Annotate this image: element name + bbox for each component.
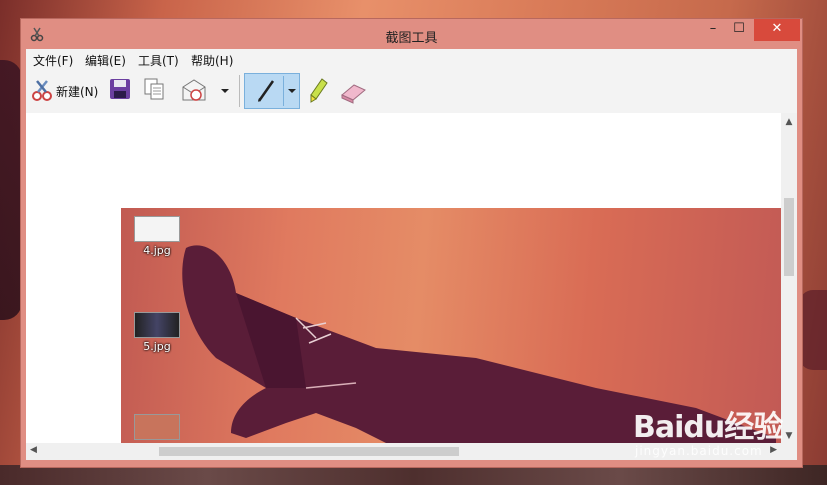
pen-dropdown-arrow-icon[interactable] (287, 78, 297, 107)
desktop-background-figure (799, 290, 827, 370)
desktop-background-floor (0, 465, 827, 485)
menu-help[interactable]: 帮助(H) (191, 52, 233, 69)
baidu-jingyan-watermark: Baidu经验 jingyan.baidu.com (633, 398, 823, 468)
maximize-button[interactable]: ☐ (726, 19, 752, 41)
desktop-file-icon: 4.jpg (133, 216, 181, 257)
copy-icon (142, 78, 166, 104)
file-thumbnail (134, 312, 180, 338)
copy-button[interactable] (142, 77, 168, 105)
menu-edit[interactable]: 编辑(E) (85, 52, 126, 69)
dropdown-arrow-icon (218, 89, 232, 108)
new-snip-button[interactable]: 新建(N) (28, 77, 100, 105)
title-bar[interactable]: 截图工具 – ☐ ✕ (21, 19, 802, 49)
watermark-logo: Baidu经验 (633, 410, 783, 445)
pen-icon (254, 78, 278, 107)
close-button[interactable]: ✕ (754, 19, 800, 41)
scroll-left-arrow-icon[interactable]: ◀ (30, 445, 37, 455)
desktop-file-icon: 5.jpg (133, 312, 181, 353)
pen-tool-button[interactable] (244, 73, 300, 109)
horizontal-scroll-thumb[interactable] (159, 447, 459, 456)
vertical-scrollbar[interactable]: ▲ ▼ (781, 113, 797, 443)
scissors-icon (30, 79, 54, 106)
pen-split-divider (283, 76, 284, 106)
snip-canvas[interactable]: 4.jpg 5.jpg (26, 113, 781, 443)
eraser-button[interactable] (338, 77, 368, 105)
highlighter-icon (308, 78, 330, 108)
file-label: 5.jpg (143, 340, 171, 353)
file-thumbnail (134, 216, 180, 242)
send-email-icon (180, 79, 208, 106)
send-dropdown-button[interactable] (218, 77, 232, 105)
file-label: 4.jpg (143, 244, 171, 257)
desktop-background-figure (0, 60, 22, 320)
menu-file[interactable]: 文件(F) (33, 52, 73, 69)
eraser-icon (338, 84, 368, 108)
toolbar: 新建(N) (26, 69, 797, 114)
minimize-button[interactable]: – (700, 19, 726, 41)
save-button[interactable] (108, 77, 134, 105)
new-snip-label: 新建(N) (56, 85, 99, 99)
send-snip-button[interactable] (180, 77, 212, 105)
toolbar-separator (239, 75, 240, 107)
highlighter-button[interactable] (308, 77, 330, 105)
vertical-scroll-thumb[interactable] (784, 198, 794, 276)
scroll-up-arrow-icon[interactable]: ▲ (781, 117, 797, 127)
menu-tools[interactable]: 工具(T) (138, 52, 179, 69)
window-title: 截图工具 (385, 31, 438, 46)
save-icon (108, 79, 132, 104)
menu-bar: 文件(F) 编辑(E) 工具(T) 帮助(H) (26, 49, 797, 70)
file-thumbnail (134, 414, 180, 440)
desktop-file-icon (133, 414, 181, 442)
watermark-site: jingyan.baidu.com (635, 444, 763, 458)
